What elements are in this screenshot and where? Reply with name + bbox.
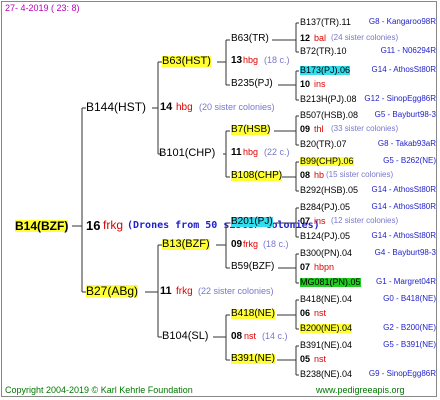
gen4-11-year: 11 (231, 147, 242, 158)
gen4-08-year: 08 (231, 331, 243, 342)
gen2-dam-colonies: (22 sister colonies) (198, 286, 274, 296)
gen5-code: G14 - AthosSt80R (371, 185, 436, 194)
gen5-code: G2 - B200(NE) (383, 323, 436, 332)
gen2-sire-breeder: hbg (176, 102, 193, 113)
gen4-B235PJ: B235(PJ) (231, 78, 273, 89)
gen5-queen: B124(PJ).05 (300, 231, 351, 241)
gen4-B108CHP: B108(CHP) (231, 170, 283, 181)
gen4-colonies-4: (14 c.) (262, 331, 288, 341)
gen4-nst: nst (244, 331, 257, 341)
gen5-colonies: (15 sister colonies) (326, 170, 394, 179)
gen5-code: G5 - B391(NE) (383, 340, 436, 349)
gen2-dam-breeder: frkg (176, 286, 193, 297)
gen5-queen: B200(NE).04 (300, 323, 353, 333)
copyright-text: Copyright 2004-2019 © Karl Kehrle Founda… (5, 385, 193, 395)
gen5-year: 09 (300, 124, 311, 134)
gen5-queen: B292(HSB).05 (300, 185, 359, 195)
gen5-code: G8 - Takab93aR (377, 139, 436, 148)
gen2-sire-B144: B144(HST) (86, 100, 147, 114)
gen5-code: G8 - Kangaroo98R (368, 17, 436, 26)
gen5-queen: MG081(PN).05 (300, 277, 361, 287)
gen5-breeder: bal (314, 33, 327, 43)
gen5-year: 08 (300, 170, 311, 180)
gen5-queen: B391(NE).04 (300, 340, 353, 350)
gen5-breeder: ins (314, 216, 326, 226)
gen5-code: G9 - SinopEgg86R (368, 369, 436, 378)
gen5-breeder: nst (314, 354, 327, 364)
root-breeder: frkg (103, 218, 124, 232)
gen5-queen: B213H(PJ).08 (300, 94, 357, 104)
gen4-colonies-2: (22 c.) (264, 147, 290, 157)
gen4-frkg: frkg (243, 239, 259, 249)
root-year: 16 (86, 218, 101, 233)
gen4-B391NE: B391(NE) (231, 353, 275, 364)
gen5-code: G14 - AthosSt80R (371, 202, 436, 211)
gen5-code: G1 - Margret04R (375, 277, 436, 286)
gen5-queen: B238(NE).04 (300, 369, 353, 379)
gen5-queen: B20(TR).07 (300, 139, 347, 149)
gen4-B201PJ: B201(PJ) (231, 216, 273, 227)
gen4-B59BZF: B59(BZF) (231, 261, 275, 272)
gen4-colonies-3: (18 c.) (263, 239, 289, 249)
root-queen: B14(BZF) (15, 219, 69, 233)
header-date: 27- 4-2019 ( 23: 8) (5, 3, 80, 13)
gen5-queen: B507(HSB).08 (300, 110, 359, 120)
pedigree-lines (72, 22, 299, 376)
gen2-dam-B27: B27(ABg) (86, 284, 139, 298)
gen5-year: 06 (300, 308, 311, 318)
gen5-colonies: (24 sister colonies) (331, 33, 399, 42)
gen5-code: G12 - SinopEgg86R (364, 94, 436, 103)
gen5-code: G14 - AthosSt80R (371, 231, 436, 240)
gen4-hbg-1: hbg (243, 55, 259, 65)
gen3-B13: B13(BZF) (162, 238, 210, 250)
gen5-queen: B173(PJ).06 (300, 65, 351, 75)
gen2-sire-year: 14 (160, 101, 173, 113)
gen2-dam-year: 11 (160, 285, 172, 297)
gen5-code: G4 - Bayburt98-3 (374, 248, 436, 257)
gen5-code: G11 - N06294R (380, 46, 436, 55)
gen5-year: 05 (300, 354, 311, 364)
gen4-B63TR: B63(TR) (231, 33, 269, 44)
gen4-colonies-1: (18 c.) (264, 55, 290, 65)
site-url[interactable]: www.pedigreeapis.org (316, 386, 405, 395)
gen5-breeder: hb (314, 170, 325, 180)
gen5-queen: B300(PN).04 (300, 248, 353, 258)
gen4-B418NE: B418(NE) (231, 308, 275, 319)
gen2-sire-colonies: (20 sister colonies) (199, 102, 275, 112)
gen5-queen: B284(PJ).05 (300, 202, 351, 212)
gen3-B104: B104(SL) (162, 330, 209, 342)
gen5-breeder: ins (314, 79, 326, 89)
gen3-B63: B63(HST) (162, 55, 211, 67)
gen5-breeder: thl (314, 124, 324, 134)
gen5-year: 07 (300, 262, 311, 272)
gen5-year: 10 (300, 79, 311, 89)
gen4-B7HSB: B7(HSB) (231, 124, 271, 135)
gen5-colonies: (33 sister colonies) (331, 124, 399, 133)
gen5-queen: B99(CHP).06 (300, 156, 354, 166)
gen5-code: G14 - AthosSt80R (371, 65, 436, 74)
gen3-B101: B101(CHP) (159, 147, 216, 159)
gen5-code: G5 - B262(NE) (383, 156, 436, 165)
gen5-year: 12 (300, 33, 311, 43)
gen5-year: 07 (300, 216, 311, 226)
pedigree-diagram: 27- 4-2019 ( 23: 8) Copyright 2004-2019 … (0, 0, 440, 400)
gen5-breeder: hbpn (314, 262, 335, 272)
gen4-hbg-2: hbg (243, 147, 259, 157)
gen5-code: G5 - Bayburt98-3 (374, 110, 436, 119)
gen5-queen: B418(NE).04 (300, 294, 353, 304)
gen4-09-year: 09 (231, 239, 243, 250)
gen5-queen: B137(TR).11 (300, 17, 351, 27)
gen4-B63TR-year: 13 (231, 55, 243, 66)
gen5-breeder: nst (314, 308, 327, 318)
gen5-colonies: (12 sister colonies) (331, 216, 399, 225)
root-note: (Drones from 50 sister colonies) (127, 220, 320, 231)
gen5-queen: B72(TR).10 (300, 46, 347, 56)
gen5-code: G0 - B418(NE) (383, 294, 436, 303)
